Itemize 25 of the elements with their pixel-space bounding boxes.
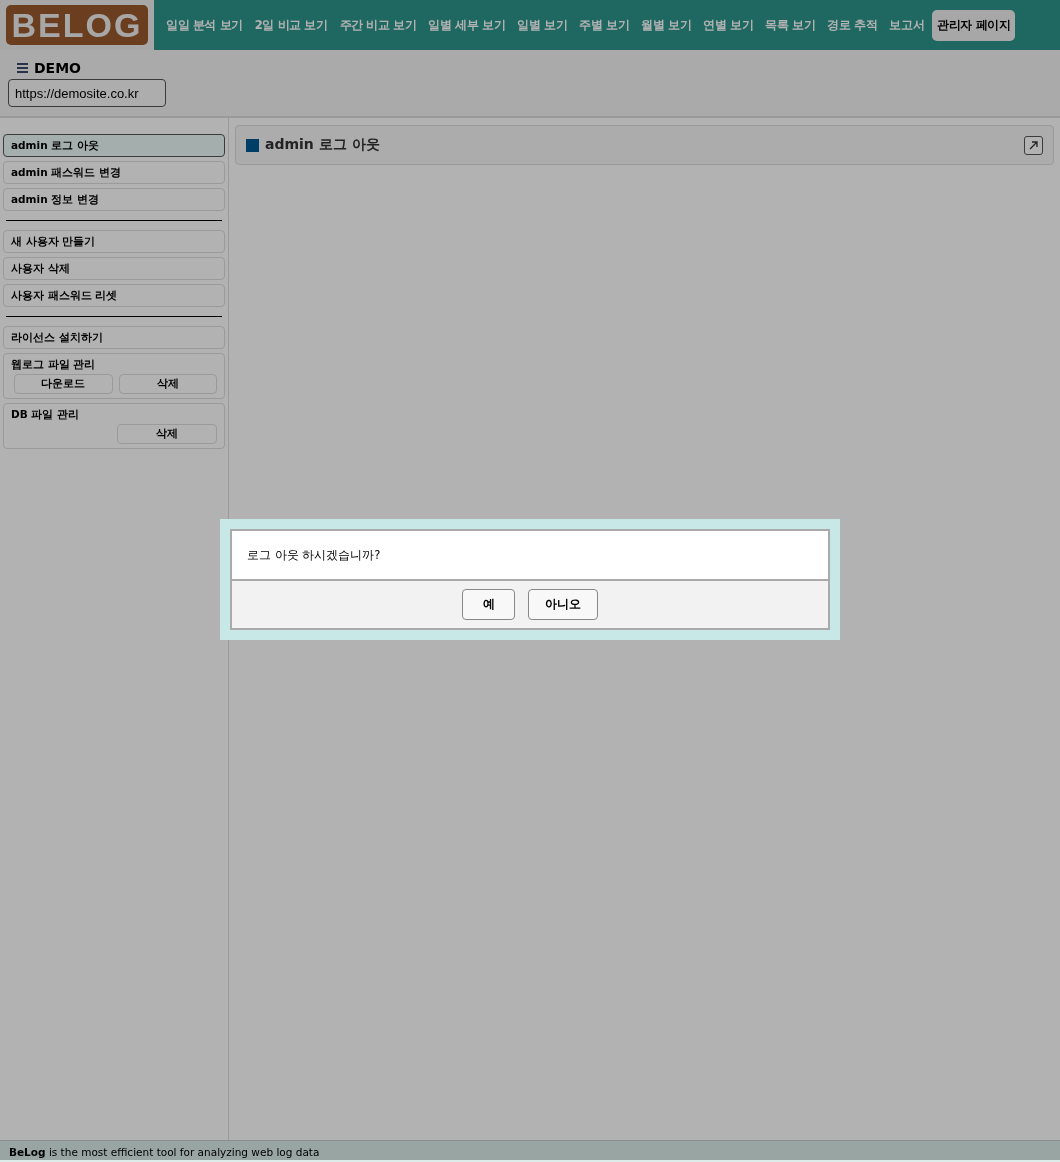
- sidebar-item[interactable]: 라이선스 설치하기: [3, 326, 225, 349]
- nav-tab[interactable]: 관리자 페이지: [932, 9, 1016, 41]
- sidebar-item[interactable]: admin 정보 변경: [3, 188, 225, 211]
- footer-text: BeLog is the most efficient tool for analyzing web log data: [0, 1140, 1060, 1162]
- dialog-button[interactable]: 아니오: [528, 589, 598, 620]
- sidebar-item[interactable]: 새 사용자 만들기: [3, 230, 225, 253]
- dialog-message: 로그 아웃 하시겠습니까?: [247, 547, 381, 563]
- site-name: DEMO: [34, 60, 82, 76]
- expand-button[interactable]: [1024, 135, 1043, 155]
- menu-icon[interactable]: [17, 63, 28, 73]
- logo[interactable]: BELOG: [6, 5, 148, 45]
- sidebar-item[interactable]: admin 패스워드 변경: [3, 161, 225, 184]
- url-field[interactable]: https://demosite.co.kr: [8, 79, 166, 107]
- sidebar-item[interactable]: admin 로그 아웃: [3, 134, 225, 157]
- group-button[interactable]: 삭제: [118, 374, 217, 394]
- group-label: 웹로그 파일 관리: [11, 358, 97, 372]
- panel-title: admin 로그 아웃: [265, 136, 380, 154]
- sidebar-item[interactable]: 사용자 패스워드 리셋: [3, 284, 225, 307]
- sidebar-item[interactable]: 사용자 삭제: [3, 257, 225, 280]
- group-label: DB 파일 관리: [11, 408, 81, 422]
- square-icon: [246, 138, 259, 152]
- dialog-button[interactable]: 예: [462, 589, 515, 620]
- group-button[interactable]: 삭제: [117, 424, 217, 444]
- arrow-icon: [1028, 140, 1039, 150]
- group-button[interactable]: 다운로드: [14, 374, 113, 394]
